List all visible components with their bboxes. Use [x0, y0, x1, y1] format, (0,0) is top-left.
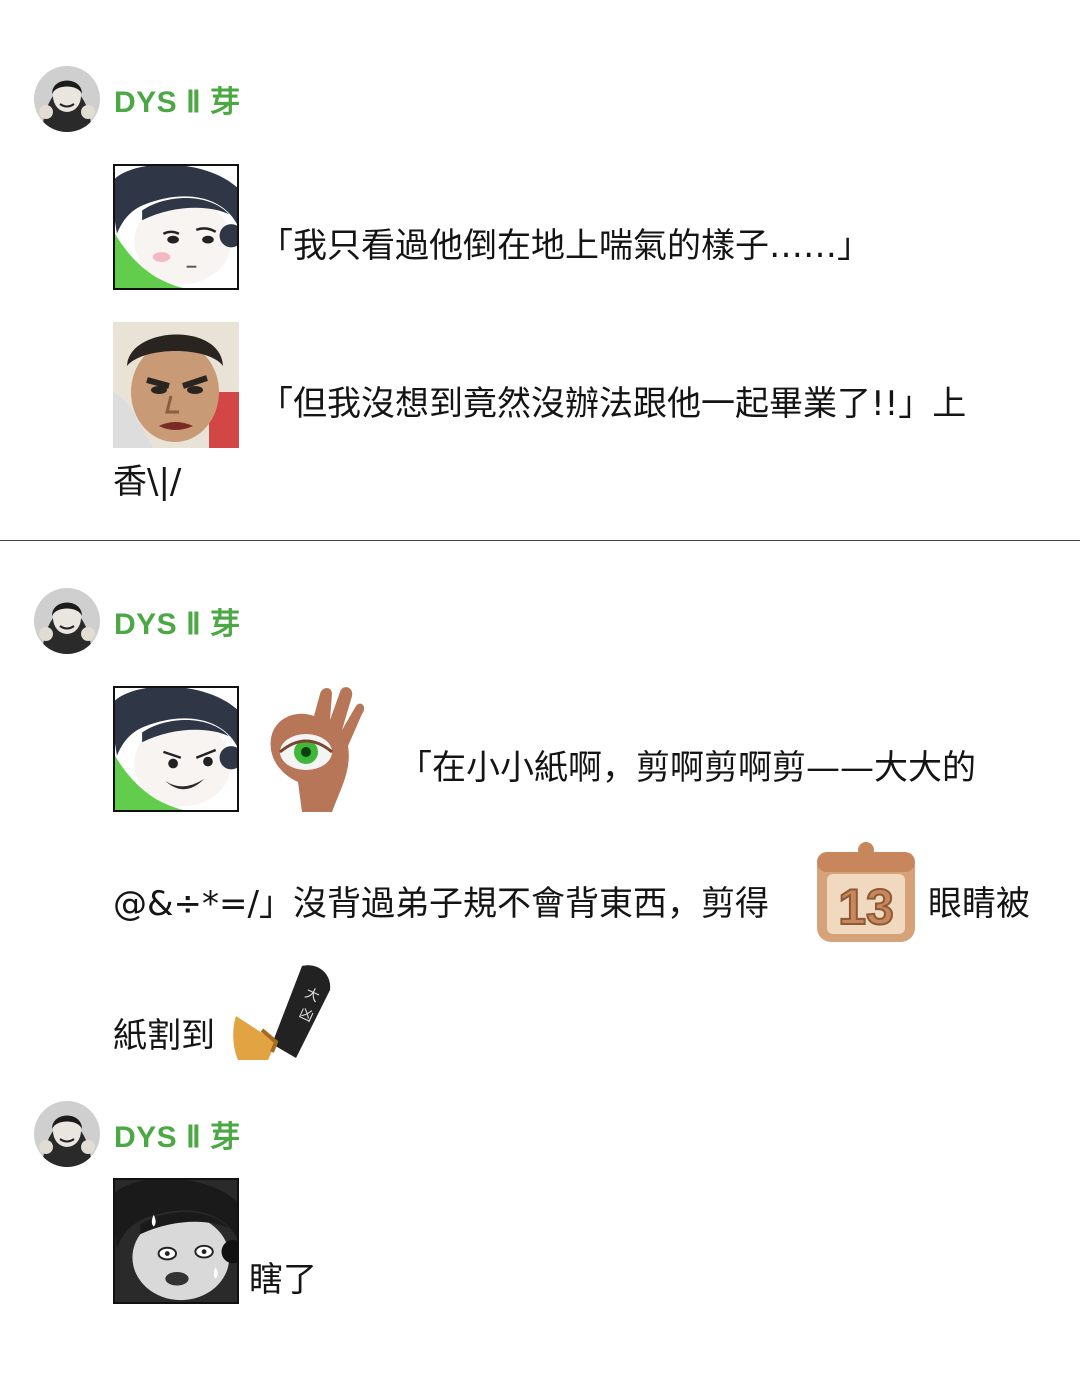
message-text-continued: 香\|/ [113, 462, 182, 502]
message-text: 瞎了 [249, 1260, 317, 1300]
message-text: 眼睛被 [928, 884, 1030, 924]
username[interactable]: DYS Ⅱ 芽 [114, 599, 241, 643]
username[interactable]: DYS Ⅱ 芽 [114, 77, 241, 121]
smirk-face-emote [113, 686, 239, 812]
username[interactable]: DYS Ⅱ 芽 [114, 1112, 241, 1156]
shocked-face-emote [113, 1178, 239, 1304]
message-text: 「在小小紙啊，剪啊剪啊剪——大大的 [398, 748, 976, 788]
pale-face-emote [113, 164, 239, 290]
calendar-number: 13 [838, 879, 894, 935]
user-avatar[interactable] [34, 1101, 100, 1167]
angry-man-emote [113, 322, 239, 448]
message-header: DYS Ⅱ 芽 [34, 1101, 241, 1167]
calendar-emote: 13 [815, 840, 917, 944]
message-text: 「我只看過他倒在地上喘氣的樣子……」 [259, 226, 871, 266]
message-divider [0, 540, 1080, 541]
message-text: @&÷*=/」沒背過弟子規不會背東西，剪得 [113, 884, 769, 924]
ok-hand-eye-emote [262, 686, 364, 812]
knife-emote: 大 凶 [232, 962, 334, 1062]
message-text: 紙割到 [113, 1016, 215, 1056]
message-header: DYS Ⅱ 芽 [34, 588, 241, 654]
message-text: 「但我沒想到竟然沒辦法跟他一起畢業了!!」上 [259, 384, 967, 424]
message-header: DYS Ⅱ 芽 [34, 66, 241, 132]
user-avatar[interactable] [34, 66, 100, 132]
user-avatar[interactable] [34, 588, 100, 654]
